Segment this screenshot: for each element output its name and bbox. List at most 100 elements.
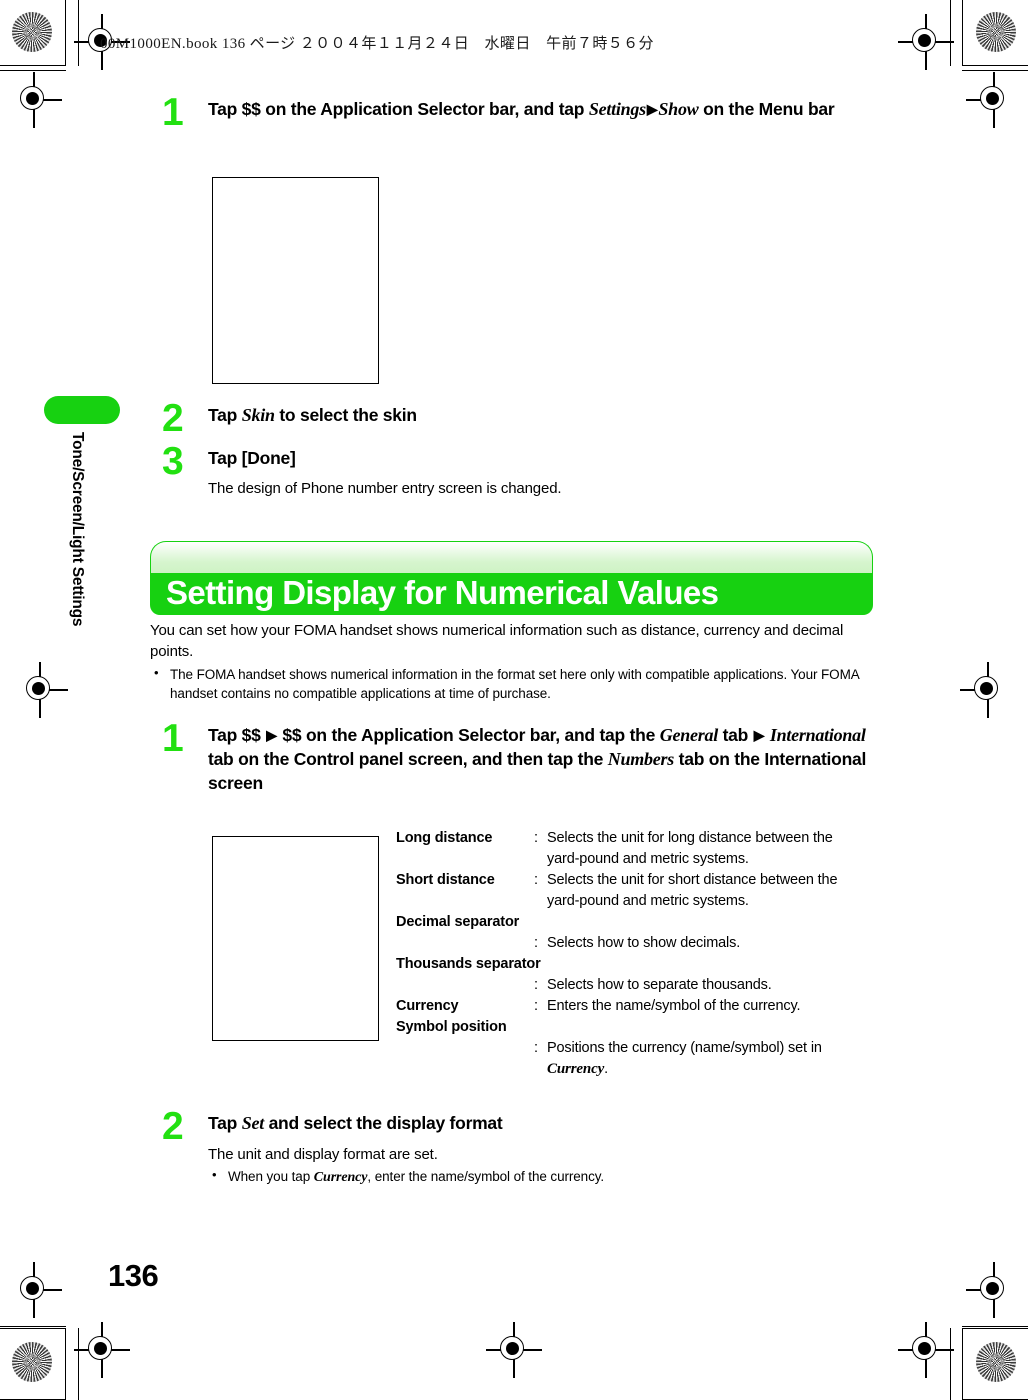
step-text-c: tab [717, 725, 753, 745]
definition-description: Selects the unit for long distance betwe… [547, 830, 833, 846]
bullet-text-b: , enter the name/symbol of the currency. [367, 1169, 605, 1185]
step-result-text: The unit and display format are set. [208, 1145, 438, 1163]
step-instruction: Tap Skin to select the skin [208, 404, 890, 428]
chapter-tab-label: Tone/Screen/Light Settings [69, 432, 86, 627]
step-text-a: Tap [Done] [208, 448, 296, 468]
step-text-a: Tap [208, 1113, 242, 1133]
definition-period: . [604, 1061, 609, 1078]
definition-colon: : [534, 977, 538, 994]
step-block-top-3: 3 Tap [Done] The design of Phone number … [150, 442, 890, 502]
print-star-bottom-right [976, 1342, 1016, 1382]
step-text-a: Tap [208, 405, 242, 425]
section-heading-banner: Setting Display for Numerical Values [150, 541, 873, 615]
intro-paragraph: You can set how your FOMA handset shows … [150, 622, 844, 661]
step-number: 3 [162, 440, 184, 483]
registration-mark-bottom-left-inner [74, 1322, 130, 1378]
chapter-tab-marker [44, 396, 120, 424]
step-instruction: Tap $$ ▶ $$ on the Application Selector … [208, 724, 890, 795]
step-2-bottom: 2 Tap Set and select the display format … [150, 1107, 890, 1189]
registration-mark-right-lower [966, 1262, 1022, 1318]
registration-mark-bottom-center [486, 1322, 542, 1378]
definition-row-symbol-position-desc: : Positions the currency (name/symbol) s… [396, 1038, 888, 1059]
banner-top-shade [150, 541, 873, 575]
definition-row-long-distance: Long distance : Selects the unit for lon… [396, 828, 888, 849]
definition-term-thousands-separator: Thousands separator [396, 956, 541, 973]
step-1-top: 1 Tap $$ on the Application Selector bar… [150, 93, 890, 132]
definition-colon: : [534, 998, 538, 1015]
registration-mark-right-middle [960, 662, 1016, 718]
ui-term-international: International [769, 725, 866, 745]
step-text-b: and select the display format [263, 1113, 503, 1133]
step-bullet-list: When you tap Currency, enter the name/sy… [208, 1166, 890, 1188]
registration-mark-left-lower [6, 1262, 62, 1318]
definition-description: Selects how to separate thousands. [547, 977, 772, 994]
step-3-top: 3 Tap [Done] The design of Phone number … [150, 442, 890, 500]
settings-definition-list: Long distance : Selects the unit for lon… [396, 828, 888, 1081]
definition-description: Selects how to show decimals. [547, 935, 741, 952]
book-header-line: 00M1000EN.book 136 ページ ２００４年１１月２４日 水曜日 午… [100, 36, 654, 52]
definition-term: Currency [396, 998, 459, 1015]
section-intro: You can set how your FOMA handset shows … [150, 620, 890, 704]
step-number: 1 [162, 717, 184, 760]
definition-term-decimal-separator: Decimal separator [396, 914, 520, 931]
definition-term: Short distance [396, 872, 495, 889]
step-2-top: 2 Tap Skin to select the skin [150, 399, 890, 438]
step-text-d: tab on the Control panel screen, and the… [208, 748, 608, 769]
print-star-bottom-left [12, 1342, 52, 1382]
step-result-text: The design of Phone number entry screen … [208, 480, 562, 498]
definition-colon: : [534, 872, 538, 889]
bullet-text-a: When you tap [228, 1169, 314, 1185]
step-text-b: to select the skin [274, 405, 417, 425]
step-block-bottom-1: 1 Tap $$ ▶ $$ on the Application Selecto… [150, 719, 890, 797]
step-1-bottom: 1 Tap $$ ▶ $$ on the Application Selecto… [150, 719, 890, 795]
definition-term: Long distance [396, 830, 493, 846]
list-item: The FOMA handset shows numerical informa… [150, 664, 890, 704]
step-instruction: Tap $$ on the Application Selector bar, … [208, 98, 890, 122]
ui-term-settings: Settings [588, 99, 646, 119]
definition-description: Enters the name/symbol of the currency. [547, 998, 801, 1015]
step-instruction: Tap [Done] [208, 447, 890, 470]
step-number: 2 [162, 1105, 184, 1148]
crop-line-bottom-right-h [962, 1326, 1028, 1328]
definition-description-cont: yard-pound and metric systems. [547, 893, 749, 910]
print-star-top-left [12, 12, 52, 52]
registration-mark-right-upper [966, 72, 1022, 128]
step-text-a: Tap $$ on the Application Selector bar, … [208, 99, 589, 119]
definition-row-thousands-separator-desc: : Selects how to separate thousands. [396, 975, 888, 996]
ui-term-set: Set [241, 1113, 265, 1133]
step-block-top-1: 1 Tap $$ on the Application Selector bar… [150, 93, 890, 132]
step-block-bottom-2: 2 Tap Set and select the display format … [150, 1107, 890, 1191]
ui-term-show: Show [658, 99, 699, 119]
registration-mark-left-middle [12, 662, 68, 718]
ui-term-skin: Skin [241, 405, 275, 425]
list-item: When you tap Currency, enter the name/sy… [208, 1166, 890, 1188]
definition-colon: : [534, 1040, 538, 1057]
screenshot-placeholder-menu-bar [212, 177, 379, 384]
screenshot-placeholder-numbers-tab [212, 836, 379, 1041]
step-instruction: Tap Set and select the display format [208, 1112, 890, 1136]
ui-term-currency: Currency [313, 1170, 368, 1186]
step-text-a: Tap $$ [208, 725, 266, 745]
ui-term-numbers: Numbers [607, 748, 675, 769]
arrow-right-icon: ▶ [266, 727, 277, 743]
definition-row-short-distance: Short distance : Selects the unit for sh… [396, 870, 888, 891]
arrow-right-icon: ▶ [753, 727, 765, 743]
page-number: 136 [108, 1258, 159, 1293]
definition-description-cont-currency: Currency. [396, 1059, 888, 1081]
registration-mark-top-right-inner [898, 14, 954, 70]
definition-row-currency: Currency : Enters the name/symbol of the… [396, 996, 888, 1017]
definition-description: Selects the unit for short distance betw… [547, 872, 838, 889]
step-number: 1 [162, 91, 184, 134]
definition-colon: : [534, 935, 538, 952]
step-block-top-2: 2 Tap Skin to select the skin [150, 399, 890, 438]
definition-description: Positions the currency (name/symbol) set… [547, 1040, 822, 1057]
definition-term-symbol-position: Symbol position [396, 1019, 507, 1036]
section-title: Setting Display for Numerical Values [166, 574, 719, 611]
intro-bullet-list: The FOMA handset shows numerical informa… [150, 664, 890, 704]
ui-term-general: General [659, 725, 719, 745]
print-star-top-right [976, 12, 1016, 52]
step-number: 2 [162, 397, 184, 440]
ui-term-currency: Currency [547, 1061, 605, 1078]
registration-mark-left-upper [6, 72, 62, 128]
definition-row-decimal-separator-desc: : Selects how to show decimals. [396, 933, 888, 954]
